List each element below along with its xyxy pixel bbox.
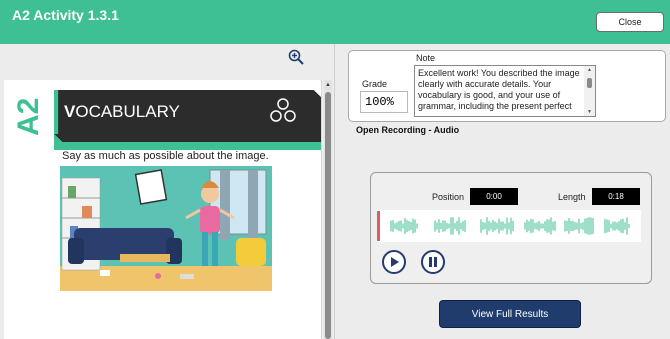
activity-title: A2 Activity 1.3.1 (12, 7, 119, 23)
note-textarea[interactable]: Excellent work! You described the image … (414, 65, 596, 117)
section-title-initial: V (64, 102, 76, 121)
note-scrollbar-thumb[interactable] (587, 78, 592, 88)
living-room-illustration (60, 166, 272, 291)
pause-button[interactable] (421, 250, 445, 274)
position-label: Position (432, 192, 465, 202)
grade-input[interactable]: 100% (360, 91, 408, 113)
note-label: Note (416, 53, 436, 63)
app-header: A2 Activity 1.3.1 (0, 0, 670, 44)
level-badge-text: A2 (12, 98, 44, 136)
scrollbar-thumb[interactable] (325, 92, 331, 339)
molecule-icon (270, 98, 296, 122)
length-label: Length (558, 192, 586, 202)
level-badge: A2 (12, 98, 44, 136)
playhead (377, 211, 380, 241)
worksheet-page: A2 VOCABULARY Say as much as possible ab… (4, 80, 322, 339)
position-value: 0:00 (470, 188, 518, 205)
section-title: VOCABULARY (64, 102, 180, 122)
length-value: 0:18 (592, 188, 640, 205)
zoom-in-icon[interactable] (288, 49, 304, 65)
instruction-text: Say as much as possible about the image. (62, 150, 269, 162)
recording-label: Open Recording - Audio (356, 125, 460, 135)
audio-waveform[interactable] (377, 210, 641, 242)
document-scrollbar[interactable]: ▲ (324, 80, 332, 339)
grade-label: Grade (362, 79, 388, 89)
section-title-rest: OCABULARY (75, 102, 180, 121)
note-scroll-down-icon[interactable]: ▼ (586, 109, 593, 115)
note-scrollbar[interactable]: ▲ ▼ (584, 66, 595, 116)
view-full-results-button[interactable]: View Full Results (439, 300, 581, 328)
scroll-up-arrow-icon[interactable]: ▲ (324, 80, 332, 90)
close-button[interactable]: Close (596, 12, 664, 32)
play-button[interactable] (382, 250, 406, 274)
note-scroll-up-icon[interactable]: ▲ (586, 67, 593, 73)
play-icon (391, 257, 399, 267)
pause-icon (429, 257, 437, 267)
